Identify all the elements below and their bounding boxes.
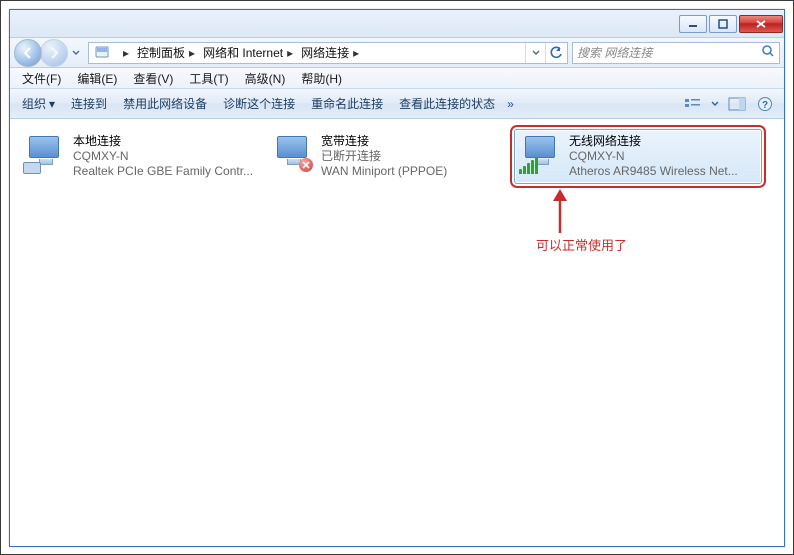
search-icon (761, 44, 775, 61)
chevron-down-icon (72, 49, 80, 57)
control-panel-icon (93, 44, 111, 62)
connection-status: CQMXY-N (73, 149, 253, 164)
command-bar: 组织 ▾ 连接到 禁用此网络设备 诊断这个连接 重命名此连接 查看此连接的状态 … (10, 89, 784, 119)
refresh-icon (549, 46, 563, 60)
preview-pane-button[interactable] (724, 93, 750, 115)
view-icon (684, 97, 702, 111)
cmd-disable-device[interactable]: 禁用此网络设备 (115, 91, 215, 116)
menu-view[interactable]: 查看(V) (125, 68, 181, 89)
maximize-icon (718, 19, 728, 29)
address-bar[interactable]: ▸ 控制面板▸ 网络和 Internet▸ 网络连接▸ (88, 42, 568, 64)
connection-adapter: WAN Miniport (PPPOE) (321, 164, 447, 179)
connection-adapter: Realtek PCIe GBE Family Contr... (73, 164, 253, 179)
connection-status: CQMXY-N (569, 149, 738, 164)
chevron-down-icon (711, 100, 719, 108)
chevron-down-icon: ▾ (49, 97, 55, 111)
menu-advanced[interactable]: 高级(N) (237, 68, 294, 89)
close-button[interactable] (739, 15, 783, 33)
breadcrumb-network-connections[interactable]: 网络连接▸ (297, 43, 363, 63)
svg-text:?: ? (762, 100, 768, 111)
search-box[interactable]: 搜索 网络连接 (572, 42, 780, 64)
minimize-icon (688, 19, 698, 29)
annotation-text: 可以正常使用了 (536, 235, 627, 254)
navigation-bar: ▸ 控制面板▸ 网络和 Internet▸ 网络连接▸ 搜索 网络连接 (10, 38, 784, 68)
breadcrumb-control-panel[interactable]: 控制面板▸ (133, 43, 199, 63)
help-button[interactable]: ? (752, 93, 778, 115)
titlebar (10, 10, 784, 38)
cmd-organize[interactable]: 组织 ▾ (14, 91, 63, 116)
connection-adapter: Atheros AR9485 Wireless Net... (569, 164, 738, 179)
help-icon: ? (757, 96, 773, 112)
back-button[interactable] (14, 39, 42, 67)
cmd-label: 组织 (22, 95, 46, 112)
breadcrumb-network-internet[interactable]: 网络和 Internet▸ (199, 43, 297, 63)
forward-arrow-icon (47, 46, 61, 60)
view-options-button[interactable] (680, 93, 706, 115)
cmd-connect-to[interactable]: 连接到 (63, 91, 115, 116)
chevron-down-icon (532, 49, 540, 57)
history-dropdown[interactable] (70, 39, 82, 67)
refresh-button[interactable] (545, 43, 565, 63)
address-dropdown[interactable] (525, 43, 545, 63)
connection-item-lan[interactable]: 本地连接 CQMXY-N Realtek PCIe GBE Family Con… (18, 129, 266, 184)
connection-name: 宽带连接 (321, 134, 447, 149)
search-placeholder: 搜索 网络连接 (577, 44, 652, 61)
cmd-view-status[interactable]: 查看此连接的状态 (391, 91, 503, 116)
cmd-rename[interactable]: 重命名此连接 (303, 91, 391, 116)
menu-help[interactable]: 帮助(H) (293, 68, 350, 89)
breadcrumb-label: 网络连接 (301, 44, 349, 61)
menu-bar: 文件(F) 编辑(E) 查看(V) 工具(T) 高级(N) 帮助(H) (10, 68, 784, 89)
preview-pane-icon (728, 97, 746, 111)
breadcrumb-label: 网络和 Internet (203, 44, 283, 61)
explorer-window: ▸ 控制面板▸ 网络和 Internet▸ 网络连接▸ 搜索 网络连接 (9, 9, 785, 547)
cmd-diagnose[interactable]: 诊断这个连接 (215, 91, 303, 116)
forward-button[interactable] (40, 39, 68, 67)
dialup-connection-icon: ✕ (271, 134, 315, 174)
signal-bars-icon (519, 157, 538, 174)
maximize-button[interactable] (709, 15, 737, 33)
connection-name: 无线网络连接 (569, 134, 738, 149)
content-area[interactable]: 本地连接 CQMXY-N Realtek PCIe GBE Family Con… (10, 119, 784, 546)
menu-file[interactable]: 文件(F) (14, 68, 69, 89)
breadcrumb-label: 控制面板 (137, 44, 185, 61)
minimize-button[interactable] (679, 15, 707, 33)
connection-item-dialup[interactable]: ✕ 宽带连接 已断开连接 WAN Miniport (PPPOE) (266, 129, 514, 184)
breadcrumb-root-chevron[interactable]: ▸ (115, 43, 133, 63)
view-options-dropdown[interactable] (708, 93, 722, 115)
disconnected-badge-icon: ✕ (299, 158, 313, 172)
cmd-overflow[interactable]: » (507, 97, 514, 111)
menu-edit[interactable]: 编辑(E) (69, 68, 125, 89)
connection-status: 已断开连接 (321, 149, 447, 164)
wifi-connection-icon (519, 134, 563, 174)
connection-item-wifi[interactable]: 无线网络连接 CQMXY-N Atheros AR9485 Wireless N… (514, 129, 762, 184)
close-icon (755, 19, 767, 29)
lan-connection-icon (23, 134, 67, 174)
menu-tools[interactable]: 工具(T) (181, 68, 236, 89)
connection-name: 本地连接 (73, 134, 253, 149)
annotation-arrow-icon (550, 189, 570, 236)
back-arrow-icon (21, 46, 35, 60)
